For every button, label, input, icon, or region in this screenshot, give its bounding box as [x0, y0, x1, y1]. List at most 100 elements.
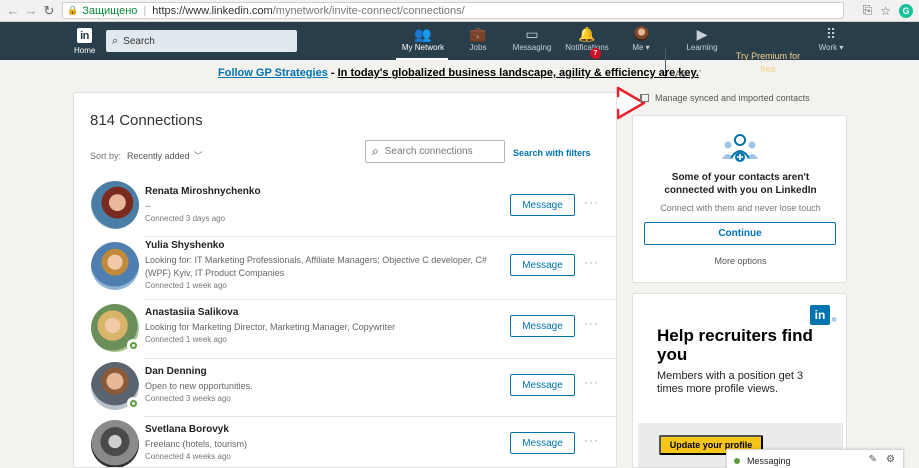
online-status-dot — [734, 457, 740, 464]
avatar[interactable] — [91, 420, 139, 467]
nav-messaging[interactable]: ▭ Messaging — [510, 26, 554, 52]
sort-dropdown[interactable]: Sort by: Recently added ﹀ — [90, 149, 203, 162]
reload-icon[interactable]: ↻ — [40, 3, 58, 19]
premium-line-2: free — [760, 64, 776, 74]
ad-advertiser-link[interactable]: Follow GP Strategies — [218, 67, 328, 79]
nav-learning-label: Learning — [686, 43, 718, 52]
ad-card-body: Members with a position get 3 times more… — [657, 370, 804, 395]
connection-date: Connected 3 days ago — [145, 214, 226, 223]
contacts-people-icon — [722, 134, 758, 162]
active-tab-indicator — [396, 58, 448, 60]
ad-separator: - — [327, 67, 338, 79]
message-button[interactable]: Message — [510, 194, 575, 216]
address-separator: | — [143, 4, 147, 17]
search-connections-input[interactable]: ⌕ Search connections — [365, 140, 505, 163]
more-actions-button[interactable]: ··· — [584, 255, 599, 269]
avatar[interactable] — [91, 181, 139, 229]
notification-count-badge: 7 — [590, 48, 601, 59]
sort-value: Recently added — [127, 151, 190, 161]
message-button[interactable]: Message — [510, 374, 575, 396]
connection-name[interactable]: Yulia Shyshenko — [145, 240, 224, 251]
bookmark-star-icon[interactable]: ☆ — [880, 4, 891, 18]
message-button[interactable]: Message — [510, 254, 575, 276]
more-actions-button[interactable]: ··· — [584, 316, 599, 330]
connection-headline: -- — [145, 201, 151, 211]
search-icon: ⌕ — [112, 34, 119, 47]
address-bar[interactable]: 🔒 Защищено | https://www.linkedin.com/my… — [62, 2, 844, 19]
online-status-dot — [127, 339, 139, 351]
nav-notifications[interactable]: 🔔 Notifications — [562, 26, 612, 52]
nav-home[interactable]: Home — [74, 46, 95, 55]
me-avatar — [633, 26, 649, 41]
more-options-link[interactable]: More options — [633, 256, 848, 266]
search-icon: ⌕ — [372, 144, 379, 158]
search-connections-placeholder: Search connections — [384, 146, 473, 157]
message-button[interactable]: Message — [510, 315, 575, 337]
online-status-dot — [127, 397, 139, 409]
sort-label: Sort by: — [90, 151, 122, 161]
connection-headline: Looking for Marketing Director, Marketin… — [145, 322, 396, 332]
nav-work[interactable]: ⠿ Work ▾ — [814, 26, 848, 52]
chevron-down-icon: ﹀ — [193, 151, 203, 161]
secure-label: Защищено — [82, 4, 138, 17]
caret-down-icon: ▾ — [643, 43, 650, 52]
ad-more-button[interactable]: ··· — [691, 65, 702, 77]
linkedin-logo[interactable]: in — [77, 28, 92, 43]
address-book-icon — [640, 94, 649, 102]
connections-count-title: 814 Connections — [90, 112, 203, 129]
connection-date: Connected 4 weeks ago — [145, 452, 231, 461]
nav-jobs[interactable]: 💼 Jobs — [463, 26, 493, 52]
url-path: /mynetwork/invite-connect/connections/ — [272, 4, 465, 17]
connection-headline: Looking for: IT Marketing Professionals,… — [145, 255, 487, 278]
linkedin-ad-logo: in — [810, 305, 830, 325]
connection-row: Renata Miroshnychenko -- Connected 3 day… — [74, 179, 616, 237]
nav-work-label: Work — [818, 43, 838, 52]
nav-my-network[interactable]: 👥 My Network — [398, 26, 448, 52]
messaging-bar[interactable]: Messaging ✎ ⚙ — [726, 449, 904, 468]
messaging-bar-label: Messaging — [747, 455, 791, 466]
connection-name[interactable]: Dan Denning — [145, 366, 207, 377]
nav-notifications-label: Notifications — [565, 43, 609, 52]
global-search-input[interactable]: ⌕ Search — [106, 30, 297, 52]
lock-icon: 🔒 — [67, 5, 79, 15]
ad-banner[interactable]: Follow GP Strategies - In today's global… — [218, 67, 699, 79]
nav-learning[interactable]: ▶ Learning — [682, 26, 722, 52]
manage-synced-label: Manage synced and imported contacts — [655, 93, 810, 103]
forward-arrow-icon[interactable]: → — [22, 3, 40, 18]
search-with-filters-link[interactable]: Search with filters — [513, 148, 591, 158]
manage-synced-contacts-link[interactable]: Manage synced and imported contacts — [640, 93, 810, 103]
connection-date: Connected 1 week ago — [145, 281, 227, 290]
nav-me-label: Me — [632, 43, 644, 52]
browser-extension-icons: ⎘ ☆ G — [863, 3, 913, 18]
connection-date: Connected 3 weeks ago — [145, 394, 231, 403]
nav-my-network-label: My Network — [401, 43, 445, 52]
connection-row: Yulia Shyshenko Looking for: IT Marketin… — [74, 237, 616, 300]
recruiters-ad-card[interactable]: in ® Help recruiters find you Members wi… — [632, 293, 847, 468]
connection-headline: Open to new opportunities. — [145, 381, 253, 391]
connection-row: Dan Denning Open to new opportunities. C… — [74, 359, 616, 417]
translate-icon[interactable]: ⎘ — [863, 3, 873, 18]
back-arrow-icon[interactable]: ← — [4, 3, 22, 18]
play-icon: ▶ — [696, 26, 708, 42]
bell-icon: 🔔 — [578, 26, 596, 42]
gear-icon[interactable]: ⚙ — [886, 454, 895, 465]
avatar[interactable] — [91, 242, 139, 290]
nav-me[interactable]: Me ▾ — [628, 26, 654, 52]
ad-tag: Ad — [675, 69, 687, 79]
contacts-card-title: Some of your contacts aren't connected w… — [664, 172, 817, 196]
nav-messaging-label: Messaging — [512, 43, 552, 52]
continue-button[interactable]: Continue — [644, 222, 836, 245]
grammarly-icon[interactable]: G — [899, 3, 913, 18]
more-actions-button[interactable]: ··· — [584, 195, 599, 209]
connections-card: 814 Connections Sort by: Recently added ﹀ … — [73, 92, 617, 468]
connection-row: Anastasiia Salikova Looking for Marketin… — [74, 300, 616, 359]
compose-icon[interactable]: ✎ — [869, 454, 877, 465]
more-actions-button[interactable]: ··· — [584, 375, 599, 389]
more-actions-button[interactable]: ··· — [584, 433, 599, 447]
ad-text[interactable]: In today's globalized business landscape… — [338, 67, 699, 79]
connection-name[interactable]: Svetlana Borovyk — [145, 424, 229, 435]
try-premium-link[interactable]: Try Premium for free — [730, 50, 806, 76]
message-button[interactable]: Message — [510, 432, 575, 454]
connection-name[interactable]: Anastasiia Salikova — [145, 307, 238, 318]
connection-name[interactable]: Renata Miroshnychenko — [145, 186, 261, 197]
